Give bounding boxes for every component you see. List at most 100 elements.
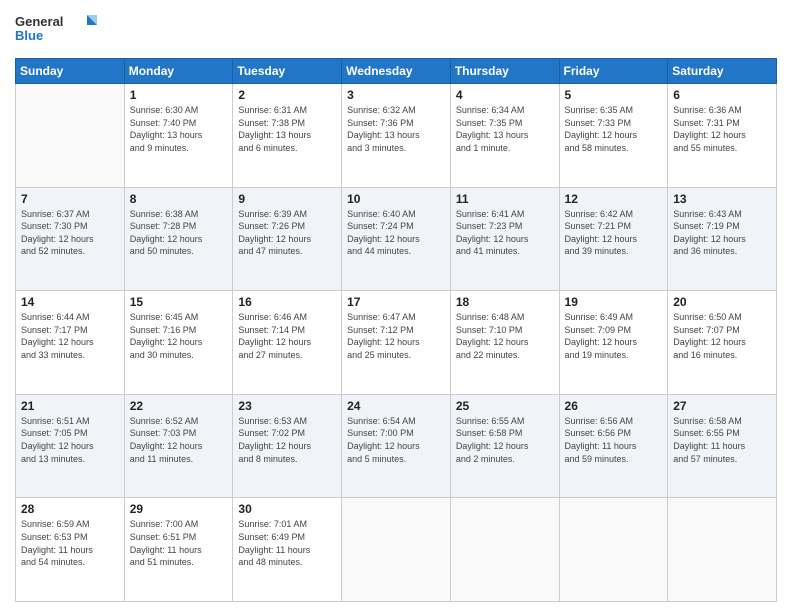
calendar-cell	[16, 84, 125, 188]
calendar-cell	[559, 498, 668, 602]
weekday-header-tuesday: Tuesday	[233, 59, 342, 84]
day-number: 4	[456, 88, 554, 102]
day-number: 5	[565, 88, 663, 102]
day-info: Sunrise: 6:39 AM Sunset: 7:26 PM Dayligh…	[238, 208, 336, 258]
day-info: Sunrise: 6:42 AM Sunset: 7:21 PM Dayligh…	[565, 208, 663, 258]
calendar-cell: 4 Sunrise: 6:34 AM Sunset: 7:35 PM Daylig…	[450, 84, 559, 188]
calendar-cell: 10Sunrise: 6:40 AM Sunset: 7:24 PM Dayli…	[342, 187, 451, 291]
day-number: 15	[130, 295, 228, 309]
calendar-cell: 22 Sunrise: 6:52 AM Sunset: 7:03 PM Dayli…	[124, 394, 233, 498]
calendar-cell: 14Sunrise: 6:44 AM Sunset: 7:17 PM Dayli…	[16, 291, 125, 395]
calendar-cell: 9 Sunrise: 6:39 AM Sunset: 7:26 PM Daylig…	[233, 187, 342, 291]
day-number: 2	[238, 88, 336, 102]
day-number: 23	[238, 399, 336, 413]
day-number: 22	[130, 399, 228, 413]
day-number: 11	[456, 192, 554, 206]
calendar-cell: 2 Sunrise: 6:31 AM Sunset: 7:38 PM Daylig…	[233, 84, 342, 188]
calendar-cell: 1 Sunrise: 6:30 AM Sunset: 7:40 PM Daylig…	[124, 84, 233, 188]
weekday-header-friday: Friday	[559, 59, 668, 84]
day-info: Sunrise: 6:37 AM Sunset: 7:30 PM Dayligh…	[21, 208, 119, 258]
day-info: Sunrise: 6:47 AM Sunset: 7:12 PM Dayligh…	[347, 311, 445, 361]
week-row-5: 28Sunrise: 6:59 AM Sunset: 6:53 PM Dayli…	[16, 498, 777, 602]
day-info: Sunrise: 6:55 AM Sunset: 6:58 PM Dayligh…	[456, 415, 554, 465]
day-number: 6	[673, 88, 771, 102]
calendar-cell: 6 Sunrise: 6:36 AM Sunset: 7:31 PM Daylig…	[668, 84, 777, 188]
day-info: Sunrise: 6:35 AM Sunset: 7:33 PM Dayligh…	[565, 104, 663, 154]
weekday-header-monday: Monday	[124, 59, 233, 84]
calendar-cell	[668, 498, 777, 602]
day-number: 8	[130, 192, 228, 206]
calendar-cell: 21 Sunrise: 6:51 AM Sunset: 7:05 PM Dayli…	[16, 394, 125, 498]
calendar-cell: 3 Sunrise: 6:32 AM Sunset: 7:36 PM Daylig…	[342, 84, 451, 188]
calendar-cell: 27Sunrise: 6:58 AM Sunset: 6:55 PM Dayli…	[668, 394, 777, 498]
week-row-3: 14Sunrise: 6:44 AM Sunset: 7:17 PM Dayli…	[16, 291, 777, 395]
calendar-cell	[450, 498, 559, 602]
week-row-4: 21 Sunrise: 6:51 AM Sunset: 7:05 PM Dayli…	[16, 394, 777, 498]
day-info: Sunrise: 6:30 AM Sunset: 7:40 PM Dayligh…	[130, 104, 228, 154]
calendar-cell: 30Sunrise: 7:01 AM Sunset: 6:49 PM Dayli…	[233, 498, 342, 602]
calendar-cell: 29 Sunrise: 7:00 AM Sunset: 6:51 PM Dayli…	[124, 498, 233, 602]
day-info: Sunrise: 6:34 AM Sunset: 7:35 PM Dayligh…	[456, 104, 554, 154]
day-info: Sunrise: 6:49 AM Sunset: 7:09 PM Dayligh…	[565, 311, 663, 361]
calendar-cell: 12 Sunrise: 6:42 AM Sunset: 7:21 PM Dayli…	[559, 187, 668, 291]
calendar-cell: 13 Sunrise: 6:43 AM Sunset: 7:19 PM Dayli…	[668, 187, 777, 291]
calendar-cell: 23Sunrise: 6:53 AM Sunset: 7:02 PM Dayli…	[233, 394, 342, 498]
day-info: Sunrise: 6:54 AM Sunset: 7:00 PM Dayligh…	[347, 415, 445, 465]
logo: General Blue	[15, 10, 105, 50]
calendar-cell: 20 Sunrise: 6:50 AM Sunset: 7:07 PM Dayli…	[668, 291, 777, 395]
day-number: 9	[238, 192, 336, 206]
day-number: 3	[347, 88, 445, 102]
calendar-cell	[342, 498, 451, 602]
day-info: Sunrise: 6:58 AM Sunset: 6:55 PM Dayligh…	[673, 415, 771, 465]
day-number: 30	[238, 502, 336, 516]
day-number: 17	[347, 295, 445, 309]
calendar-cell: 26Sunrise: 6:56 AM Sunset: 6:56 PM Dayli…	[559, 394, 668, 498]
day-number: 20	[673, 295, 771, 309]
week-row-1: 1 Sunrise: 6:30 AM Sunset: 7:40 PM Daylig…	[16, 84, 777, 188]
header: General Blue	[15, 10, 777, 50]
day-number: 24	[347, 399, 445, 413]
calendar-cell: 24 Sunrise: 6:54 AM Sunset: 7:00 PM Dayli…	[342, 394, 451, 498]
day-info: Sunrise: 6:56 AM Sunset: 6:56 PM Dayligh…	[565, 415, 663, 465]
day-info: Sunrise: 6:46 AM Sunset: 7:14 PM Dayligh…	[238, 311, 336, 361]
day-info: Sunrise: 6:32 AM Sunset: 7:36 PM Dayligh…	[347, 104, 445, 154]
day-info: Sunrise: 6:44 AM Sunset: 7:17 PM Dayligh…	[21, 311, 119, 361]
day-info: Sunrise: 6:31 AM Sunset: 7:38 PM Dayligh…	[238, 104, 336, 154]
day-number: 29	[130, 502, 228, 516]
day-info: Sunrise: 6:36 AM Sunset: 7:31 PM Dayligh…	[673, 104, 771, 154]
day-info: Sunrise: 6:52 AM Sunset: 7:03 PM Dayligh…	[130, 415, 228, 465]
weekday-header-sunday: Sunday	[16, 59, 125, 84]
day-number: 12	[565, 192, 663, 206]
day-number: 1	[130, 88, 228, 102]
weekday-header-row: SundayMondayTuesdayWednesdayThursdayFrid…	[16, 59, 777, 84]
calendar-cell: 5 Sunrise: 6:35 AM Sunset: 7:33 PM Daylig…	[559, 84, 668, 188]
day-info: Sunrise: 6:59 AM Sunset: 6:53 PM Dayligh…	[21, 518, 119, 568]
calendar-cell: 8 Sunrise: 6:38 AM Sunset: 7:28 PM Daylig…	[124, 187, 233, 291]
day-info: Sunrise: 6:50 AM Sunset: 7:07 PM Dayligh…	[673, 311, 771, 361]
day-info: Sunrise: 6:40 AM Sunset: 7:24 PM Dayligh…	[347, 208, 445, 258]
day-info: Sunrise: 6:41 AM Sunset: 7:23 PM Dayligh…	[456, 208, 554, 258]
calendar-cell: 15Sunrise: 6:45 AM Sunset: 7:16 PM Dayli…	[124, 291, 233, 395]
calendar-cell: 17 Sunrise: 6:47 AM Sunset: 7:12 PM Dayli…	[342, 291, 451, 395]
calendar-cell: 7 Sunrise: 6:37 AM Sunset: 7:30 PM Daylig…	[16, 187, 125, 291]
calendar-cell: 11 Sunrise: 6:41 AM Sunset: 7:23 PM Dayli…	[450, 187, 559, 291]
day-number: 18	[456, 295, 554, 309]
day-number: 19	[565, 295, 663, 309]
weekday-header-saturday: Saturday	[668, 59, 777, 84]
general-blue-logo: General Blue	[15, 10, 105, 50]
day-number: 21	[21, 399, 119, 413]
day-info: Sunrise: 6:43 AM Sunset: 7:19 PM Dayligh…	[673, 208, 771, 258]
day-number: 7	[21, 192, 119, 206]
calendar-cell: 19 Sunrise: 6:49 AM Sunset: 7:09 PM Dayli…	[559, 291, 668, 395]
weekday-header-wednesday: Wednesday	[342, 59, 451, 84]
day-info: Sunrise: 6:51 AM Sunset: 7:05 PM Dayligh…	[21, 415, 119, 465]
calendar-cell: 25Sunrise: 6:55 AM Sunset: 6:58 PM Dayli…	[450, 394, 559, 498]
day-number: 13	[673, 192, 771, 206]
calendar-cell: 16 Sunrise: 6:46 AM Sunset: 7:14 PM Dayli…	[233, 291, 342, 395]
calendar-cell: 18 Sunrise: 6:48 AM Sunset: 7:10 PM Dayli…	[450, 291, 559, 395]
day-number: 16	[238, 295, 336, 309]
day-info: Sunrise: 7:00 AM Sunset: 6:51 PM Dayligh…	[130, 518, 228, 568]
calendar-cell: 28Sunrise: 6:59 AM Sunset: 6:53 PM Dayli…	[16, 498, 125, 602]
day-info: Sunrise: 6:38 AM Sunset: 7:28 PM Dayligh…	[130, 208, 228, 258]
day-info: Sunrise: 6:48 AM Sunset: 7:10 PM Dayligh…	[456, 311, 554, 361]
